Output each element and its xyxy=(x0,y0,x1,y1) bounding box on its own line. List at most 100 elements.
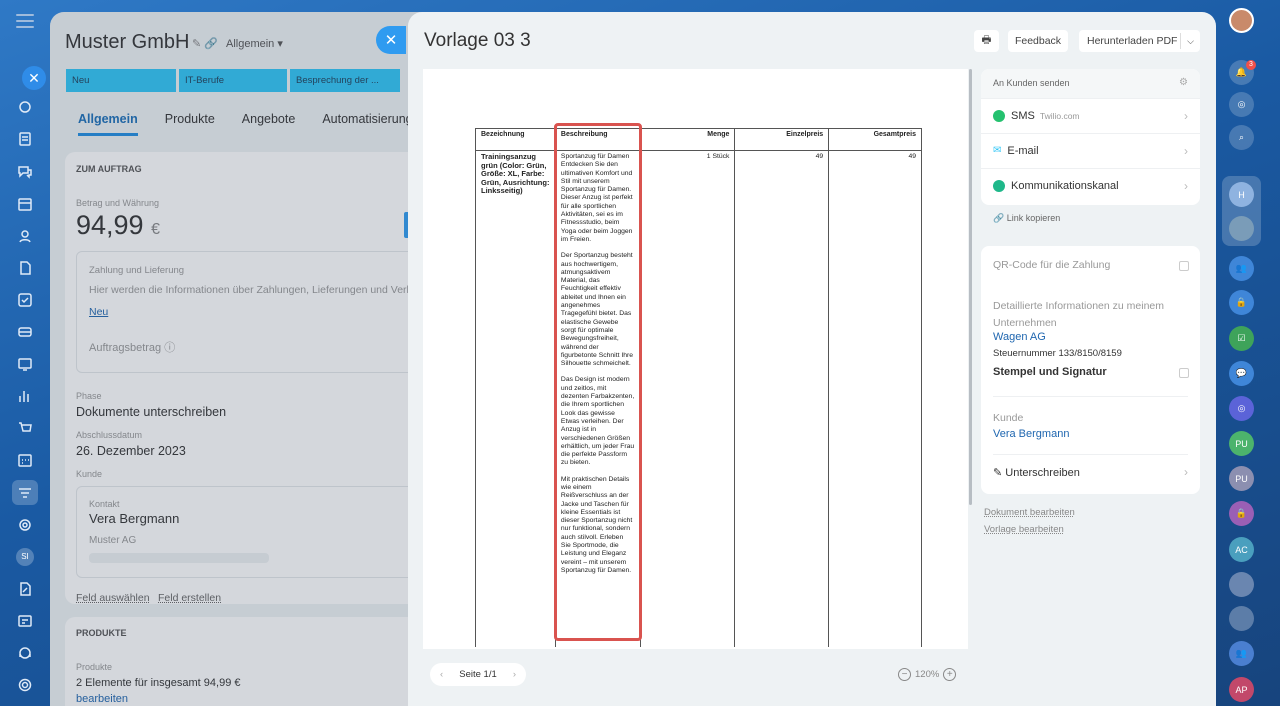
send-email[interactable]: ✉ E-mail › xyxy=(981,133,1200,167)
copy-link[interactable]: 🔗 Link kopieren xyxy=(993,213,1060,224)
group-chat-icon[interactable]: 👥 xyxy=(1229,641,1254,666)
right-sidebar: 🔔 3 ◎ ⌕ H 👥 🔒 ☑ 💬 ◎ PU PU 🔒 AC 👥 AP xyxy=(1216,0,1280,706)
close-panel-icon[interactable]: ✕ xyxy=(22,66,46,90)
stamp-checkbox[interactable] xyxy=(1179,368,1189,378)
sites-icon[interactable] xyxy=(12,351,38,377)
crm-icon[interactable] xyxy=(12,479,38,506)
chat-icon[interactable]: 💬 xyxy=(1229,361,1254,386)
customer-name[interactable]: Vera Bergmann xyxy=(993,428,1069,440)
booking-icon[interactable] xyxy=(12,448,38,474)
pen-icon: ✎ xyxy=(993,467,1003,479)
qr-label: QR-Code für die Zahlung xyxy=(993,259,1111,271)
drive-icon[interactable] xyxy=(12,319,38,345)
email-label: E-mail xyxy=(1007,144,1039,157)
search-chat-icon[interactable]: ⌕ xyxy=(1229,125,1254,150)
chevron-right-icon: › xyxy=(1184,178,1188,193)
chat-avatar[interactable]: H xyxy=(1229,182,1254,207)
lock-icon[interactable]: 🔒 xyxy=(1229,501,1254,526)
copilot-icon[interactable]: ◎ xyxy=(1229,92,1254,117)
chevron-right-icon: › xyxy=(1184,465,1188,479)
chat-icon[interactable] xyxy=(12,159,38,185)
user-avatar[interactable] xyxy=(1229,8,1254,33)
support-icon[interactable] xyxy=(12,640,38,666)
chat-avatar[interactable] xyxy=(1229,572,1254,597)
notification-badge: 3 xyxy=(1246,60,1256,70)
zoom-out-icon[interactable]: − xyxy=(898,668,911,681)
gear-icon[interactable]: ⚙ xyxy=(1179,77,1188,88)
analytics-icon[interactable] xyxy=(12,383,38,409)
chat-avatar[interactable]: AP xyxy=(1229,677,1254,702)
sms-label: SMS xyxy=(1011,109,1035,122)
crm-deal-card: Muster GmbH ✎ 🔗 Allgemein ▾ Neu IT-Beruf… xyxy=(50,12,450,706)
edit-template-link[interactable]: Vorlage bearbeiten xyxy=(984,524,1064,535)
inbox-icon[interactable] xyxy=(12,608,38,634)
company-info-label: Detaillierte Informationen zu meinem Unt… xyxy=(993,300,1164,329)
chat-avatar[interactable]: PU xyxy=(1229,431,1254,456)
print-icon: 🖶 xyxy=(981,34,992,46)
close-modal-button[interactable]: ✕ xyxy=(376,26,406,54)
user-initials: SI xyxy=(16,547,34,566)
print-button[interactable]: 🖶 xyxy=(974,30,999,52)
tasks-chat-icon[interactable]: ☑ xyxy=(1229,326,1254,351)
lock-icon[interactable]: 🔒 xyxy=(1229,290,1254,315)
customer-label: Kunde xyxy=(993,412,1024,424)
divider xyxy=(993,454,1188,455)
tasks-icon[interactable] xyxy=(12,287,38,313)
item-total-price: 49 xyxy=(828,150,922,647)
feed-icon[interactable] xyxy=(12,127,38,153)
next-page-icon[interactable]: › xyxy=(513,669,516,680)
col-total-price: Gesamtpreis xyxy=(828,128,922,151)
document-preview: Bezeichnung Beschreibung Menge Einzelpre… xyxy=(423,69,968,649)
chat-avatar[interactable] xyxy=(1229,606,1254,631)
calendar-icon[interactable] xyxy=(12,191,38,217)
qr-checkbox[interactable] xyxy=(1179,261,1189,271)
user-badge[interactable]: SI xyxy=(12,544,38,570)
scrollbar[interactable] xyxy=(969,69,972,505)
activity-icon[interactable] xyxy=(12,94,38,120)
divider xyxy=(993,396,1188,397)
download-label: Herunterladen PDF xyxy=(1087,35,1178,47)
download-pdf-button[interactable]: Herunterladen PDF ⌵ xyxy=(1079,30,1200,52)
item-name: Trainingsanzug grün (Color: Grün, Größe:… xyxy=(475,150,556,647)
settings-icon[interactable] xyxy=(12,672,38,698)
chat-avatar[interactable]: AC xyxy=(1229,537,1254,562)
copilot-chat-icon[interactable]: ◎ xyxy=(1229,396,1254,421)
chevron-down-icon[interactable]: ⌵ xyxy=(1180,33,1200,49)
edit-document-link[interactable]: Dokument bearbeiten xyxy=(984,507,1075,518)
zoom-control: − 120% + xyxy=(898,668,957,681)
prev-page-icon[interactable]: ‹ xyxy=(440,669,443,680)
goals-icon[interactable] xyxy=(12,512,38,538)
highlight-frame xyxy=(554,123,642,641)
shop-icon[interactable] xyxy=(12,415,38,441)
chevron-right-icon: › xyxy=(1184,108,1188,123)
zoom-in-icon[interactable]: + xyxy=(943,668,957,681)
contacts-icon[interactable] xyxy=(12,223,38,249)
send-sms[interactable]: SMS Twilio.com › xyxy=(981,98,1200,132)
group-chat-icon[interactable]: 👥 xyxy=(1229,256,1254,281)
tax-number: Steuernummer 133/8150/8159 xyxy=(993,348,1122,359)
pager: ‹ Seite 1/1 › xyxy=(430,663,526,686)
document-modal: Vorlage 03 3 🖶 Feedback Herunterladen PD… xyxy=(408,12,1216,706)
send-panel: An Kunden senden ⚙ SMS Twilio.com › ✉ E-… xyxy=(981,69,1200,205)
chat-avatar[interactable]: PU xyxy=(1229,466,1254,491)
item-quantity: 1 Stück xyxy=(639,150,736,647)
table-row: Trainingsanzug grün (Color: Grün, Größe:… xyxy=(475,150,922,647)
col-unit-price: Einzelpreis xyxy=(734,128,830,151)
sign-button[interactable]: ✎ Unterschreiben xyxy=(993,466,1080,479)
company-name[interactable]: Wagen AG xyxy=(993,331,1046,343)
table-header: Bezeichnung Beschreibung Menge Einzelpre… xyxy=(475,128,922,151)
sign-icon[interactable] xyxy=(12,576,38,602)
invoice-table: Bezeichnung Beschreibung Menge Einzelpre… xyxy=(475,128,922,647)
stamp-label: Stempel und Signatur xyxy=(993,366,1107,378)
send-channel[interactable]: Kommunikationskanal › xyxy=(981,168,1200,202)
col-quantity: Menge xyxy=(639,128,736,151)
sign-label: Unterschreiben xyxy=(1005,467,1080,479)
documents-icon[interactable] xyxy=(12,255,38,281)
feedback-button[interactable]: Feedback xyxy=(1008,30,1068,52)
chat-avatar[interactable] xyxy=(1229,216,1254,241)
details-panel: QR-Code für die Zahlung Detaillierte Inf… xyxy=(981,246,1200,494)
zoom-level: 120% xyxy=(915,669,940,680)
col-name: Bezeichnung xyxy=(475,128,556,151)
modal-title: Vorlage 03 3 xyxy=(424,30,531,51)
menu-icon[interactable] xyxy=(16,14,34,28)
